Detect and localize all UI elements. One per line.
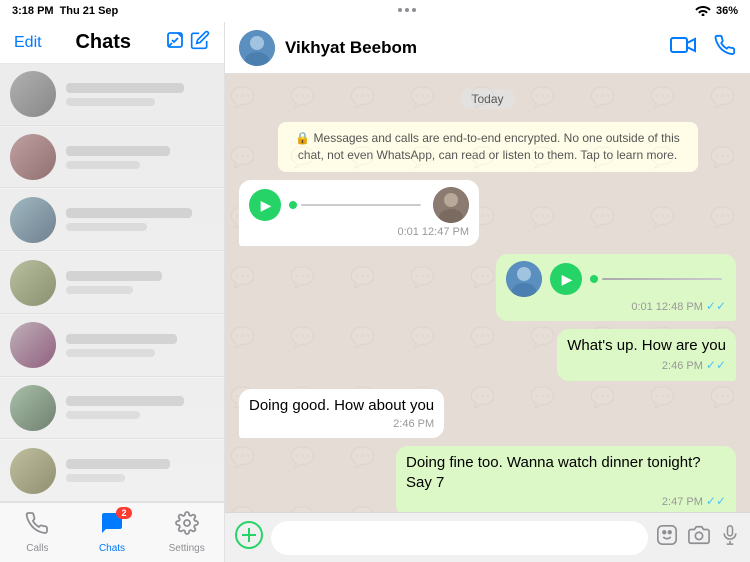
message-time: 2:46 PM [393,417,434,431]
voice-duration: 0:01 [397,225,418,239]
sticker-icon[interactable] [656,524,678,552]
list-item[interactable] [0,252,224,314]
sidebar-title: Chats [75,31,131,54]
voice-call-icon[interactable] [714,34,736,62]
chat-header-actions [670,34,736,62]
message-text: Doing fine too. Wanna watch dinner tonig… [406,454,701,491]
read-ticks: ✓✓ [706,494,726,510]
list-item[interactable] [0,440,224,502]
text-message-sent[interactable]: What's up. How are you 2:46 PM ✓✓ [557,329,736,380]
table-row: ▶ 0:01 12:48 PM ✓✓ [239,254,736,322]
message-meta: 0:01 12:48 PM ✓✓ [506,299,726,315]
message-time: 12:47 PM [422,225,469,239]
tab-bar: Calls 2 Chats Settings [0,502,224,562]
sender-avatar [506,261,542,297]
list-item[interactable] [0,315,224,377]
list-item[interactable] [0,378,224,440]
tab-settings[interactable]: Settings [149,503,224,562]
waveform [289,195,425,215]
sidebar-content [0,64,224,502]
tab-chats[interactable]: 2 Chats [75,503,150,562]
calls-label: Calls [26,543,48,554]
edit-button[interactable]: Edit [14,34,42,52]
messages-area: Today 🔒 Messages and calls are end-to-en… [225,74,750,512]
list-item[interactable] [0,189,224,251]
message-meta: 0:01 12:47 PM [249,225,469,239]
message-meta: 2:46 PM [249,417,434,431]
add-button[interactable] [235,521,263,555]
chats-icon: 2 [100,511,124,541]
sidebar: Edit Chats [0,22,225,562]
sidebar-header: Edit Chats [0,22,224,64]
sender-avatar [433,187,469,223]
contact-name: Vikhyat Beebom [285,38,417,58]
table-row: What's up. How are you 2:46 PM ✓✓ [239,329,736,380]
status-date: Thu 21 Sep [60,5,119,17]
three-dots [398,8,416,12]
waveform [590,269,726,289]
table-row: Doing fine too. Wanna watch dinner tonig… [239,446,736,512]
message-meta: 2:46 PM ✓✓ [567,358,726,374]
message-text: Doing good. How about you [249,397,434,414]
camera-icon[interactable] [688,524,710,552]
contact-avatar [239,30,275,66]
compose-button[interactable] [165,30,210,55]
play-button[interactable]: ▶ [249,189,281,221]
tab-calls[interactable]: Calls [0,503,75,562]
input-actions [656,524,740,552]
calls-icon [25,511,49,541]
table-row: Doing good. How about you 2:46 PM [239,389,736,439]
message-input[interactable] [271,521,648,555]
settings-label: Settings [169,543,205,554]
chat-input-bar [225,512,750,562]
settings-icon [175,511,199,541]
message-time: 12:48 PM [656,300,703,314]
text-message-sent[interactable]: Doing fine too. Wanna watch dinner tonig… [396,446,736,512]
list-item[interactable] [0,127,224,189]
voice-duration: 0:01 [631,300,652,314]
voice-message-sent[interactable]: ▶ 0:01 12:48 PM ✓✓ [496,254,736,322]
play-button[interactable]: ▶ [550,263,582,295]
date-label: Today [239,90,736,108]
battery-status: 36% [716,5,738,17]
voice-message-received[interactable]: ▶ [239,180,479,246]
read-ticks: ✓✓ [706,358,726,374]
read-ticks: ✓✓ [706,299,726,315]
text-message-received[interactable]: Doing good. How about you 2:46 PM [239,389,444,439]
chats-badge: 2 [116,507,132,519]
chat-header: Vikhyat Beebom [225,22,750,74]
message-text: What's up. How are you [567,337,726,354]
wifi-icon [695,4,711,19]
table-row: ▶ [239,180,736,246]
message-meta: 2:47 PM ✓✓ [406,494,726,510]
status-time: 3:18 PM [12,5,54,17]
message-time: 2:47 PM [662,495,703,509]
mic-icon[interactable] [720,524,740,552]
message-time: 2:46 PM [662,359,703,373]
encryption-notice[interactable]: 🔒 Messages and calls are end-to-end encr… [278,122,698,172]
status-bar: 3:18 PM Thu 21 Sep 36% [0,0,750,22]
list-item[interactable] [0,64,224,126]
chat-area: Vikhyat Beebom Today [225,22,750,562]
video-call-icon[interactable] [670,35,696,61]
chats-label: Chats [99,543,125,554]
